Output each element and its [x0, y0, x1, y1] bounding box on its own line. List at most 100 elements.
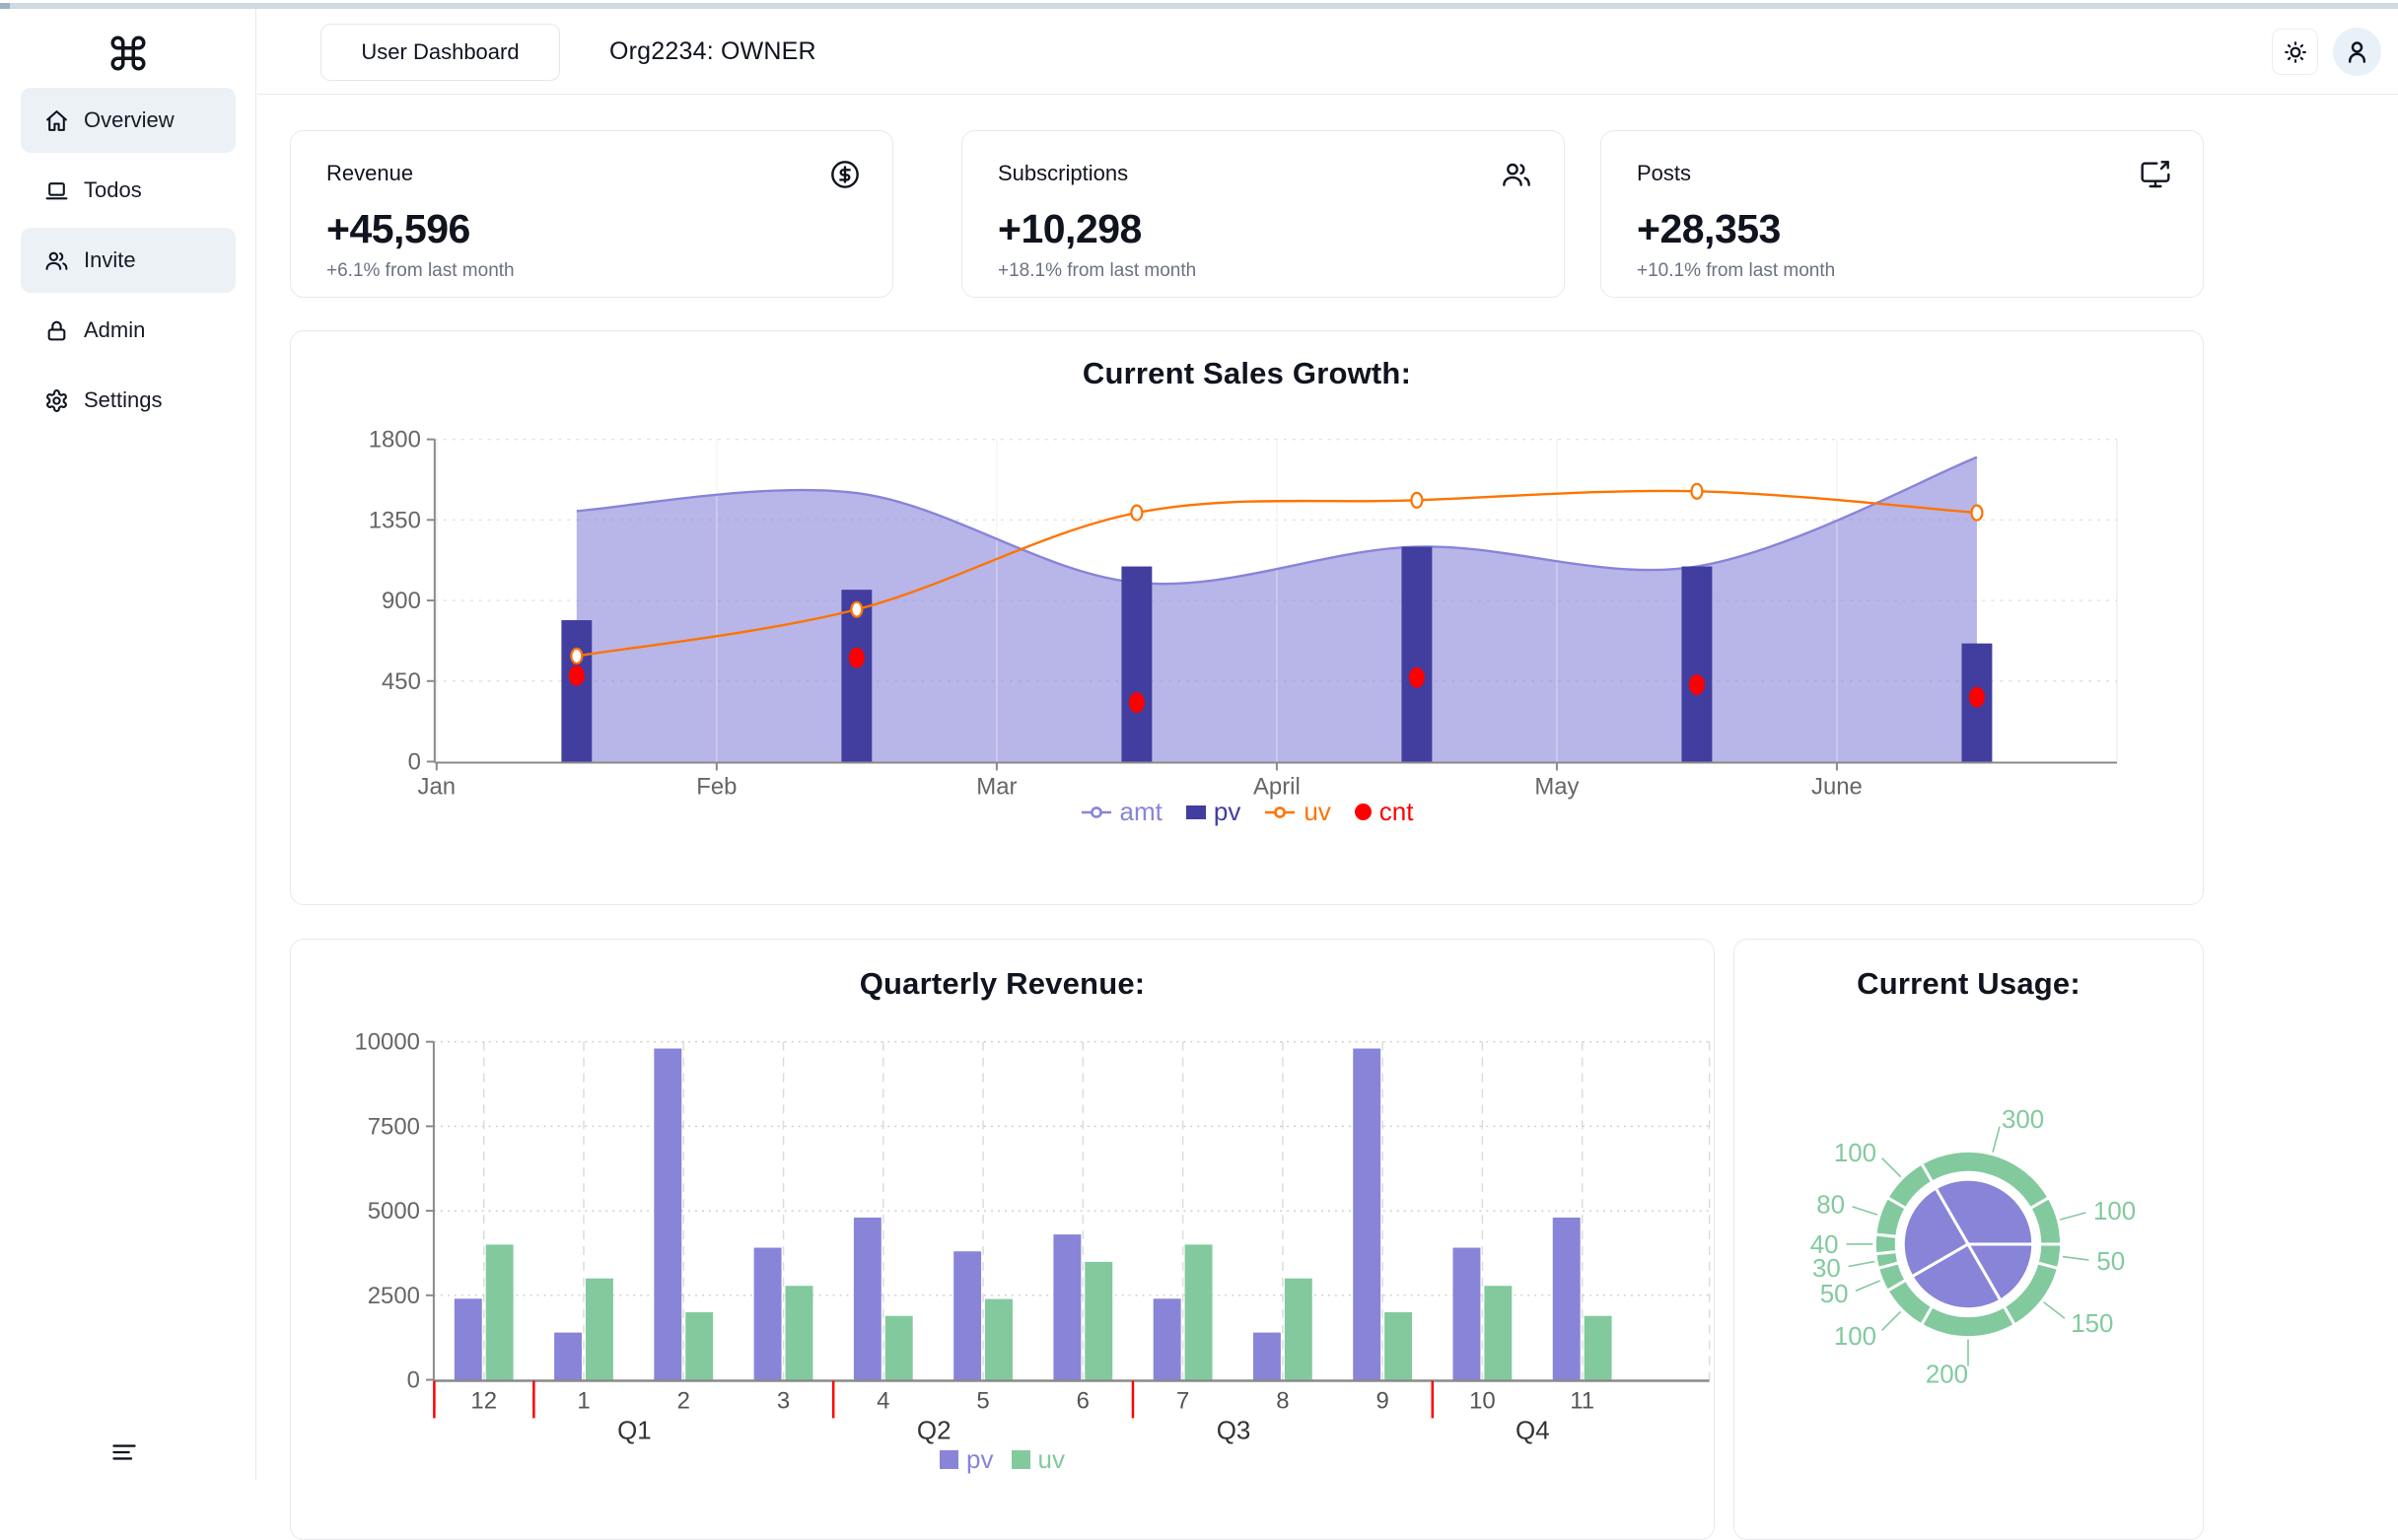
main-area: User Dashboard Org2234: OWNER Revenue +4…	[257, 9, 2398, 1480]
home-icon	[44, 108, 69, 133]
svg-text:12: 12	[470, 1387, 497, 1414]
svg-text:9: 9	[1375, 1387, 1388, 1414]
theme-toggle-button[interactable]	[2272, 29, 2318, 75]
stat-change: +18.1% from last month	[998, 260, 1528, 282]
sidebar-item-settings[interactable]: Settings	[21, 368, 236, 433]
circle-marker-icon	[1355, 804, 1372, 820]
sidebar-item-admin[interactable]: Admin	[21, 298, 236, 363]
square-marker-icon	[1186, 805, 1206, 819]
svg-text:5: 5	[976, 1387, 989, 1414]
stat-label: Subscriptions	[998, 161, 1528, 186]
page-title: Org2234: OWNER	[609, 9, 816, 95]
legend-item-cnt: cnt	[1355, 797, 1414, 827]
line-marker-icon	[1081, 804, 1112, 821]
svg-text:3: 3	[777, 1387, 790, 1414]
svg-text:10: 10	[1469, 1387, 1496, 1414]
stat-change: +6.1% from last month	[326, 260, 857, 282]
sidebar-item-invite[interactable]: Invite	[21, 228, 236, 293]
stat-card-posts: Posts +28,353 +10.1% from last month	[1600, 130, 2204, 298]
sun-icon	[2283, 39, 2308, 65]
svg-text:7: 7	[1176, 1387, 1189, 1414]
svg-text:450: 450	[382, 668, 421, 695]
svg-text:30: 30	[1812, 1255, 1841, 1283]
legend-label: pv	[966, 1444, 993, 1475]
legend-item-amt: amt	[1081, 797, 1163, 827]
laptop-icon	[44, 178, 69, 203]
stat-card-subscriptions: Subscriptions +10,298 +18.1% from last m…	[961, 130, 1565, 298]
svg-text:100: 100	[1834, 1140, 1876, 1167]
svg-text:900: 900	[382, 588, 421, 614]
svg-text:150: 150	[2071, 1310, 2113, 1338]
sidebar-item-overview[interactable]: Overview	[21, 88, 236, 153]
svg-text:300: 300	[2002, 1106, 2044, 1134]
sales-growth-card: Current Sales Growth: JanFebMarAprilMayJ…	[290, 330, 2204, 905]
top-progress-strip	[0, 3, 2398, 9]
command-icon	[107, 33, 149, 74]
sidebar-collapse-button[interactable]	[110, 1438, 140, 1468]
sidebar-item-label: Overview	[84, 107, 175, 133]
legend-item-pv: pv	[1186, 797, 1240, 827]
svg-text:2: 2	[677, 1387, 690, 1414]
header: User Dashboard Org2234: OWNER	[257, 9, 2398, 95]
svg-text:Q3: Q3	[1217, 1417, 1251, 1444]
sales-chart-legend: amt pv uv cnt	[291, 797, 2203, 827]
stat-card-revenue: Revenue +45,596 +6.1% from last month	[290, 130, 893, 298]
svg-text:10000: 10000	[354, 1029, 419, 1056]
quarterly-revenue-card: Quarterly Revenue: 121234567891011025005…	[290, 939, 1715, 1540]
sidebar-item-label: Settings	[84, 387, 163, 413]
quarterly-chart-title: Quarterly Revenue:	[291, 966, 1714, 1002]
sidebar-item-label: Todos	[84, 177, 142, 203]
legend-label: cnt	[1379, 797, 1414, 827]
sidebar-item-label: Invite	[84, 247, 136, 273]
gear-icon	[44, 388, 69, 413]
app-logo[interactable]	[0, 33, 255, 79]
users-icon	[44, 248, 69, 273]
svg-text:100: 100	[1834, 1323, 1876, 1351]
user-menu-button[interactable]	[2333, 28, 2381, 76]
svg-text:1800: 1800	[369, 427, 421, 454]
user-icon	[2344, 38, 2370, 65]
users-icon	[1501, 159, 1532, 190]
svg-text:0: 0	[407, 1367, 420, 1394]
square-marker-icon	[1012, 1450, 1030, 1469]
top-strip-tip	[0, 3, 10, 9]
svg-text:100: 100	[2093, 1198, 2136, 1225]
stat-value: +28,353	[1637, 206, 2167, 252]
svg-text:7500: 7500	[368, 1113, 420, 1140]
svg-text:0: 0	[408, 748, 421, 775]
usage-chart-title: Current Usage:	[1734, 966, 2203, 1002]
legend-label: uv	[1038, 1444, 1065, 1475]
svg-text:Q1: Q1	[617, 1417, 652, 1444]
sidebar: Overview Todos Invite Admin Settings	[0, 9, 256, 1480]
user-dashboard-button[interactable]: User Dashboard	[320, 24, 560, 81]
svg-text:5000: 5000	[368, 1198, 420, 1225]
circle-dollar-icon	[829, 159, 861, 190]
svg-text:4: 4	[877, 1387, 889, 1414]
legend-label: pv	[1214, 797, 1240, 827]
sidebar-item-label: Admin	[84, 317, 145, 343]
svg-text:50: 50	[2096, 1248, 2125, 1276]
svg-text:Q4: Q4	[1516, 1417, 1550, 1444]
stat-label: Revenue	[326, 161, 857, 186]
legend-item-uv: uv	[1264, 797, 1330, 827]
svg-text:11: 11	[1570, 1387, 1594, 1414]
line-marker-icon	[1264, 804, 1296, 821]
svg-text:1350: 1350	[369, 507, 421, 533]
current-usage-card: Current Usage: 1003001008040305010020015…	[1733, 939, 2204, 1540]
stat-change: +10.1% from last month	[1637, 260, 2167, 282]
sidebar-nav: Overview Todos Invite Admin Settings	[21, 88, 236, 438]
svg-text:200: 200	[1926, 1361, 1968, 1388]
svg-text:8: 8	[1276, 1387, 1289, 1414]
svg-text:2500: 2500	[368, 1283, 420, 1309]
legend-item-uv: uv	[1012, 1444, 1065, 1475]
legend-label: uv	[1304, 797, 1330, 827]
svg-text:6: 6	[1077, 1387, 1090, 1414]
stat-label: Posts	[1637, 161, 2167, 186]
svg-text:80: 80	[1816, 1191, 1845, 1219]
sidebar-item-todos[interactable]: Todos	[21, 158, 236, 223]
lock-icon	[44, 318, 69, 343]
align-left-icon	[110, 1438, 138, 1466]
sales-chart-title: Current Sales Growth:	[291, 356, 2203, 391]
svg-text:1: 1	[577, 1387, 590, 1414]
quarterly-chart-legend: pv uv	[291, 1444, 1714, 1475]
